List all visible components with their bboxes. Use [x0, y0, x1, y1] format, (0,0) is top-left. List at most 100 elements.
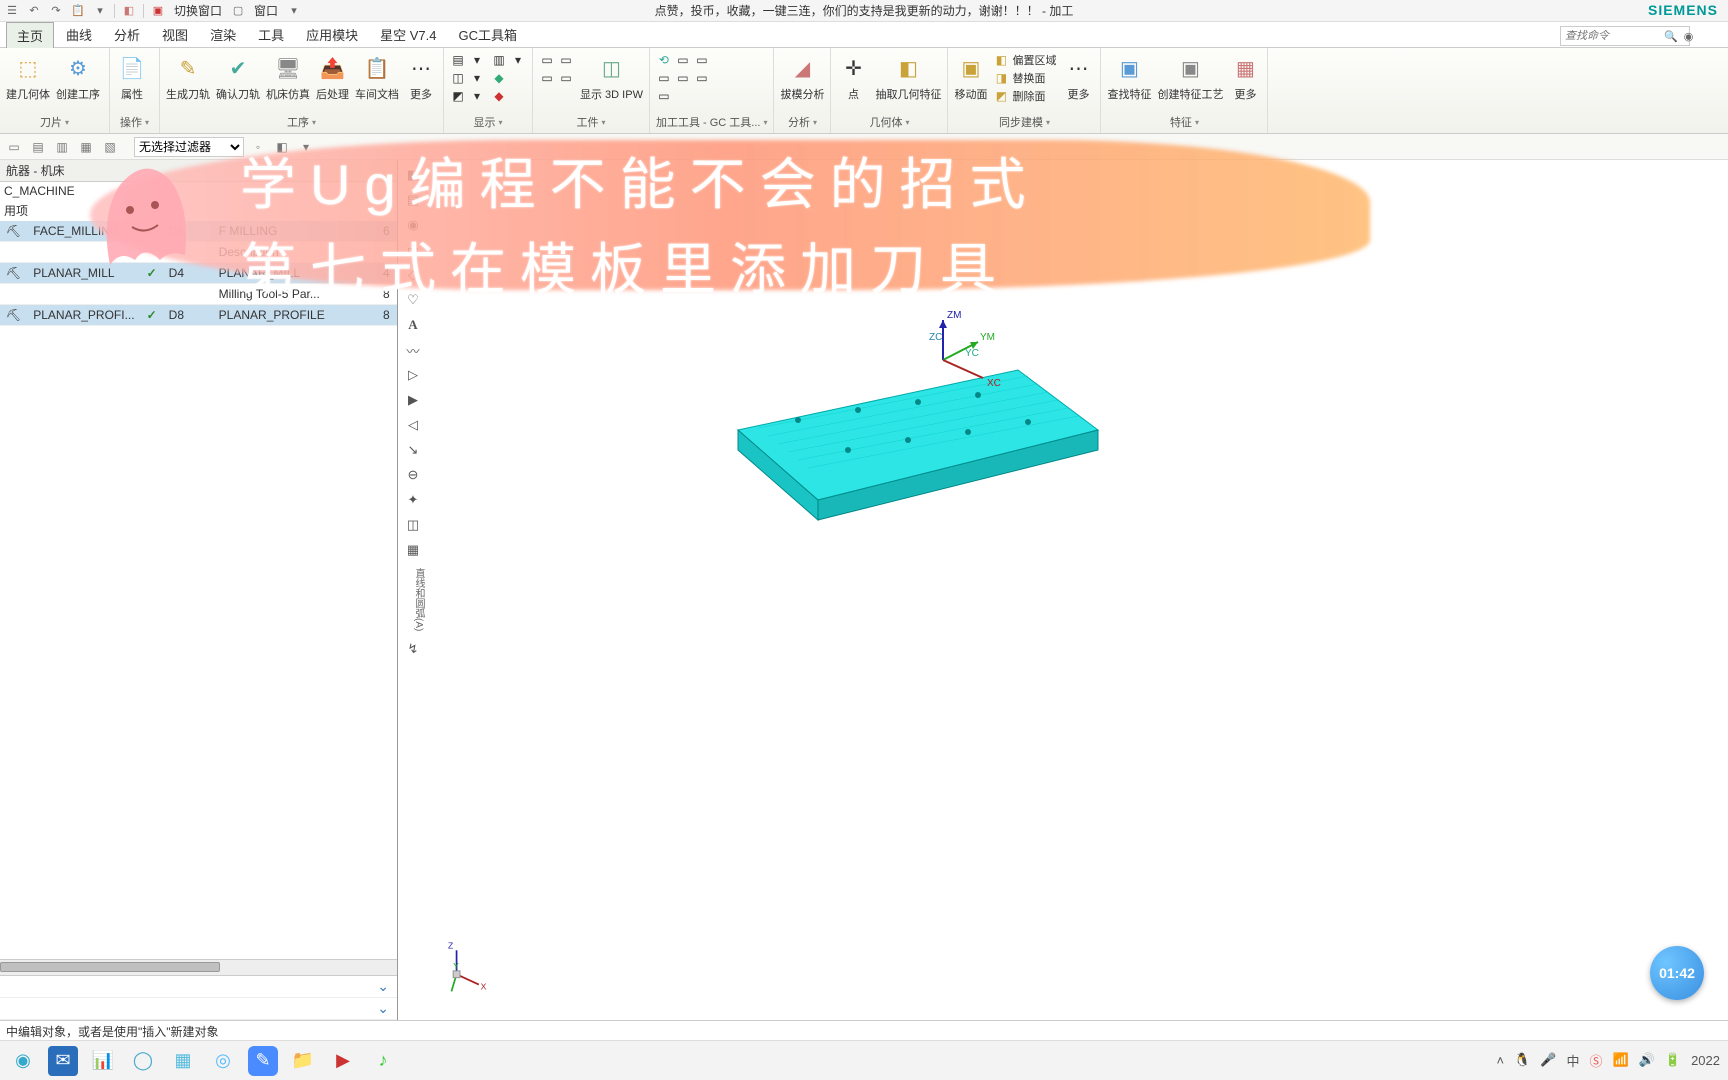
disp-row[interactable]: ▥▾	[491, 52, 526, 68]
undo-icon[interactable]: ↶	[26, 3, 42, 19]
tray-wifi-icon[interactable]: 📶	[1613, 1052, 1629, 1068]
tab-analysis[interactable]: 分析	[104, 22, 150, 47]
tree-unused[interactable]: 用项	[0, 200, 397, 221]
tb-edge-icon[interactable]: ◉	[8, 1046, 38, 1076]
vp-icon[interactable]: ↘	[402, 439, 424, 461]
csys-triad[interactable]: ZM ZC YM YC XC	[923, 310, 1023, 410]
layer-icon[interactable]: ◧	[121, 3, 137, 19]
disp-row[interactable]: ◆	[491, 70, 526, 86]
replace-face-button[interactable]: ◨替换面	[993, 70, 1056, 86]
tb-app-icon[interactable]: 📊	[88, 1046, 118, 1076]
filter-icon[interactable]: ◦	[248, 137, 268, 157]
copy-icon[interactable]: 📋	[70, 3, 86, 19]
tab-tools[interactable]: 工具	[248, 22, 294, 47]
table-row[interactable]: Description	[0, 242, 397, 263]
tb-nx-icon[interactable]: ▶	[328, 1046, 358, 1076]
vp-icon[interactable]: ♡	[402, 289, 424, 311]
wp-row[interactable]: ▭▭	[539, 70, 574, 86]
disp-row[interactable]: ◩▾	[450, 88, 485, 104]
offset-region-button[interactable]: ◧偏置区域	[993, 52, 1056, 68]
more-feature-button[interactable]: ▦更多	[1229, 52, 1261, 102]
filter-icon[interactable]: ▧	[100, 137, 120, 157]
gc-row[interactable]: ▭	[656, 88, 710, 104]
vp-icon[interactable]: ⊖	[402, 464, 424, 486]
filter-icon[interactable]: ▤	[28, 137, 48, 157]
3d-viewport[interactable]: ◧ ▤ ◉ ▭ ◇ ♡ A 〰 ▷ ▶ ◁ ↘ ⊖ ✦ ◫ ▦ 直线和圆弧(A)…	[398, 160, 1728, 1020]
disp-row[interactable]: ◆	[491, 88, 526, 104]
table-row[interactable]: ⛏FACE_MILLING✓D6F MILLING6	[0, 221, 397, 242]
disp-row[interactable]: ◫▾	[450, 70, 485, 86]
tree-root[interactable]: C_MACHINE	[0, 182, 397, 200]
circle-icon[interactable]: ◉	[1681, 30, 1697, 43]
show-3d-ipw-button[interactable]: ◫显示 3D IPW	[580, 52, 643, 102]
vp-icon[interactable]: ▷	[402, 364, 424, 386]
horizontal-scrollbar[interactable]	[0, 959, 397, 975]
vp-icon[interactable]: ◉	[402, 214, 424, 236]
table-row[interactable]: ⛏PLANAR_MILL✓D4PLANAR_MILL4	[0, 263, 397, 284]
filter-icon[interactable]: ▭	[4, 137, 24, 157]
more-button[interactable]: ⋯更多	[405, 52, 437, 102]
tray-sogou-icon[interactable]: Ⓢ	[1590, 1051, 1603, 1070]
filter-icon[interactable]: ▥	[52, 137, 72, 157]
vp-icon[interactable]: A	[402, 314, 424, 336]
dropdown-icon[interactable]: ▾	[92, 3, 108, 19]
extract-geom-button[interactable]: ◧抽取几何特征	[875, 52, 941, 102]
tb-music-icon[interactable]: ♪	[368, 1046, 398, 1076]
window-label[interactable]: 窗口	[252, 2, 280, 19]
tray-mic-icon[interactable]: 🎤	[1540, 1052, 1556, 1068]
search-input[interactable]	[1561, 30, 1661, 42]
gc-row[interactable]: ▭▭▭	[656, 70, 710, 86]
machine-sim-button[interactable]: 🖥机床仿真	[266, 52, 310, 102]
table-row[interactable]: Milling Tool-5 Par...8	[0, 284, 397, 305]
tb-browser-icon[interactable]: ◯	[128, 1046, 158, 1076]
3d-model[interactable]	[698, 340, 1118, 540]
filter-icon[interactable]: ▾	[296, 137, 316, 157]
properties-button[interactable]: 📄属性	[116, 52, 148, 102]
tab-app[interactable]: 应用模块	[296, 22, 368, 47]
redo-icon[interactable]: ↷	[48, 3, 64, 19]
point-button[interactable]: ✛点	[837, 52, 869, 102]
wp-row[interactable]: ▭▭	[539, 52, 574, 68]
tab-xk[interactable]: 星空 V7.4	[370, 22, 446, 47]
operation-tree[interactable]: C_MACHINE 用项 ⛏FACE_MILLING✓D6F MILLING6D…	[0, 182, 397, 959]
disp-row[interactable]: ▤▾	[450, 52, 485, 68]
menu-icon[interactable]: ☰	[4, 3, 20, 19]
tray-chevron-icon[interactable]: ˄	[1497, 1053, 1505, 1068]
tb-steam-icon[interactable]: ◎	[208, 1046, 238, 1076]
vp-icon[interactable]: ◫	[402, 514, 424, 536]
vp-icon[interactable]: ▤	[402, 189, 424, 211]
tray-battery-icon[interactable]: 🔋	[1665, 1052, 1681, 1068]
tb-outlook-icon[interactable]: ✉	[48, 1046, 78, 1076]
vp-icon[interactable]: ✦	[402, 489, 424, 511]
search-icon[interactable]: 🔍	[1661, 30, 1681, 43]
filter-icon[interactable]: ▦	[76, 137, 96, 157]
filter-icon[interactable]: ◧	[272, 137, 292, 157]
postprocess-button[interactable]: 📤后处理	[316, 52, 349, 102]
vp-icon[interactable]: ◁	[402, 414, 424, 436]
selection-filter-select[interactable]: 无选择过滤器	[134, 137, 244, 157]
tab-gc[interactable]: GC工具箱	[448, 22, 527, 47]
vp-icon[interactable]: ▶	[402, 389, 424, 411]
tb-app-icon[interactable]: ▦	[168, 1046, 198, 1076]
tab-render[interactable]: 渲染	[200, 22, 246, 47]
window-dd-icon[interactable]: ▢	[230, 3, 246, 19]
create-feature-process-button[interactable]: ▣创建特征工艺	[1157, 52, 1223, 102]
more-sync-button[interactable]: ⋯更多	[1062, 52, 1094, 102]
tab-view[interactable]: 视图	[152, 22, 198, 47]
switch-window-label[interactable]: 切换窗口	[172, 2, 224, 19]
find-feature-button[interactable]: ▣查找特征	[1107, 52, 1151, 102]
chevron-down-icon[interactable]: ▾	[286, 3, 302, 19]
window-icon[interactable]: ▣	[150, 3, 166, 19]
tab-home[interactable]: 主页	[6, 22, 54, 48]
shop-doc-button[interactable]: 📋车间文档	[355, 52, 399, 102]
vp-icon[interactable]: ▦	[402, 539, 424, 561]
vp-icon[interactable]: ◇	[402, 264, 424, 286]
table-row[interactable]: ⛏PLANAR_PROFI...✓D8PLANAR_PROFILE8	[0, 305, 397, 326]
tray-volume-icon[interactable]: 🔊	[1639, 1052, 1655, 1068]
tray-ime-icon[interactable]: 中	[1566, 1051, 1579, 1070]
gc-row[interactable]: ⟲▭▭	[656, 52, 710, 68]
move-face-button[interactable]: ▣移动面	[954, 52, 987, 102]
tab-curve[interactable]: 曲线	[56, 22, 102, 47]
vp-icon[interactable]: 〰	[402, 339, 424, 361]
collapse-row[interactable]: ⌄	[0, 998, 397, 1020]
